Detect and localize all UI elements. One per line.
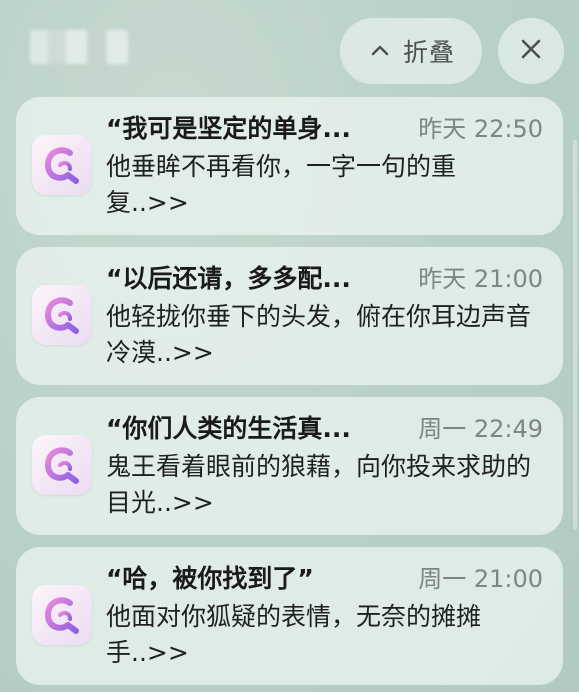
notification-card[interactable]: “你们人类的生活真... 周一 22:49 鬼王看着眼前的狼藉，向你投来求助的目…: [16, 397, 563, 535]
notification-title: “我可是坚定的单身...: [106, 114, 351, 143]
notification-body: 鬼王看着眼前的狼藉，向你投来求助的目光..>>: [106, 452, 532, 517]
notification-title: “以后还请，多多配...: [106, 264, 351, 293]
notification-time: 昨天 22:50: [418, 115, 543, 143]
chevron-up-icon: [371, 42, 389, 60]
notification-time: 昨天 21:00: [418, 265, 543, 293]
app-logo-icon: [32, 135, 92, 195]
collapse-label: 折叠: [402, 38, 455, 67]
notification-title: “哈，被你找到了”: [106, 564, 314, 593]
collapse-button[interactable]: 折叠: [340, 18, 482, 84]
notification-time: 周一 22:49: [418, 415, 543, 443]
notification-title: “你们人类的生活真...: [106, 414, 351, 443]
notification-card[interactable]: “我可是坚定的单身... 昨天 22:50 他垂眸不再看你，一字一句的重复..>…: [16, 97, 563, 235]
edge-highlight: [573, 140, 577, 530]
close-button[interactable]: [498, 18, 564, 84]
notification-body: 他垂眸不再看你，一字一句的重复..>>: [106, 152, 457, 217]
close-icon: [520, 38, 542, 64]
app-logo-icon: [32, 585, 92, 645]
app-logo-icon: [32, 435, 92, 495]
notification-card[interactable]: “以后还请，多多配... 昨天 21:00 他轻拢你垂下的头发，俯在你耳边声音冷…: [16, 247, 563, 385]
blurred-app-name: [30, 30, 128, 64]
notification-body: 他面对你狐疑的表情，无奈的摊摊手..>>: [106, 602, 482, 667]
app-logo-icon: [32, 285, 92, 345]
notification-body: 他轻拢你垂下的头发，俯在你耳边声音冷漠..>>: [106, 302, 532, 367]
notification-card[interactable]: “哈，被你找到了” 周一 21:00 他面对你狐疑的表情，无奈的摊摊手..>>: [16, 547, 563, 685]
notification-time: 周一 21:00: [418, 565, 543, 593]
